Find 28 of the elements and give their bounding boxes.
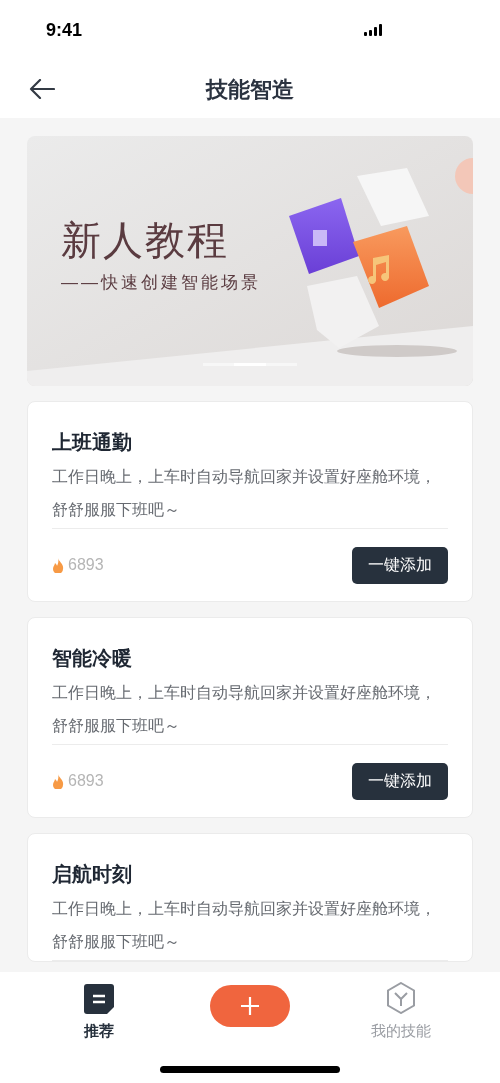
skill-card[interactable]: 上班通勤 工作日晚上，上车时自动导航回家并设置好座舱环境，舒舒服服下班吧～ 6893 一键添加 xyxy=(27,401,473,602)
card-description: 工作日晚上，上车时自动导航回家并设置好座舱环境，舒舒服服下班吧～ xyxy=(52,683,437,736)
page-title: 技能智造 xyxy=(206,75,294,104)
flame-icon xyxy=(52,773,64,789)
signal-icon xyxy=(364,24,384,36)
banner-subtitle: ——快速创建智能场景 xyxy=(61,272,261,294)
banner[interactable]: 新人教程 ——快速创建智能场景 xyxy=(27,136,473,386)
back-button[interactable] xyxy=(28,77,56,101)
skill-card[interactable]: 启航时刻 工作日晚上，上车时自动导航回家并设置好座舱环境，舒舒服服下班吧～ xyxy=(27,833,473,962)
skill-card[interactable]: 智能冷暖 工作日晚上，上车时自动导航回家并设置好座舱环境，舒舒服服下班吧～ 6893 一键添加 xyxy=(27,617,473,818)
card-description: 工作日晚上，上车时自动导航回家并设置好座舱环境，舒舒服服下班吧～ xyxy=(52,899,437,952)
popularity-count: 6893 xyxy=(68,555,104,575)
add-button[interactable]: 一键添加 xyxy=(352,762,448,800)
card-title: 上班通勤 xyxy=(52,430,133,455)
banner-title: 新人教程 xyxy=(61,217,230,264)
tab-label[interactable]: 推荐 xyxy=(84,1020,114,1043)
plus-icon xyxy=(240,996,260,1016)
add-button[interactable] xyxy=(210,985,290,1027)
popularity-count: 6893 xyxy=(68,771,104,791)
card-title: 启航时刻 xyxy=(52,862,133,887)
card-description: 工作日晚上，上车时自动导航回家并设置好座舱环境，舒舒服服下班吧～ xyxy=(52,467,437,520)
card-title: 智能冷暖 xyxy=(52,646,133,671)
add-button[interactable]: 一键添加 xyxy=(352,546,448,584)
cube-icon xyxy=(386,982,416,1014)
list-icon xyxy=(84,984,114,1014)
back-arrow-icon xyxy=(29,79,55,99)
status-time: 9:41 xyxy=(46,18,83,42)
flame-icon xyxy=(52,557,64,573)
